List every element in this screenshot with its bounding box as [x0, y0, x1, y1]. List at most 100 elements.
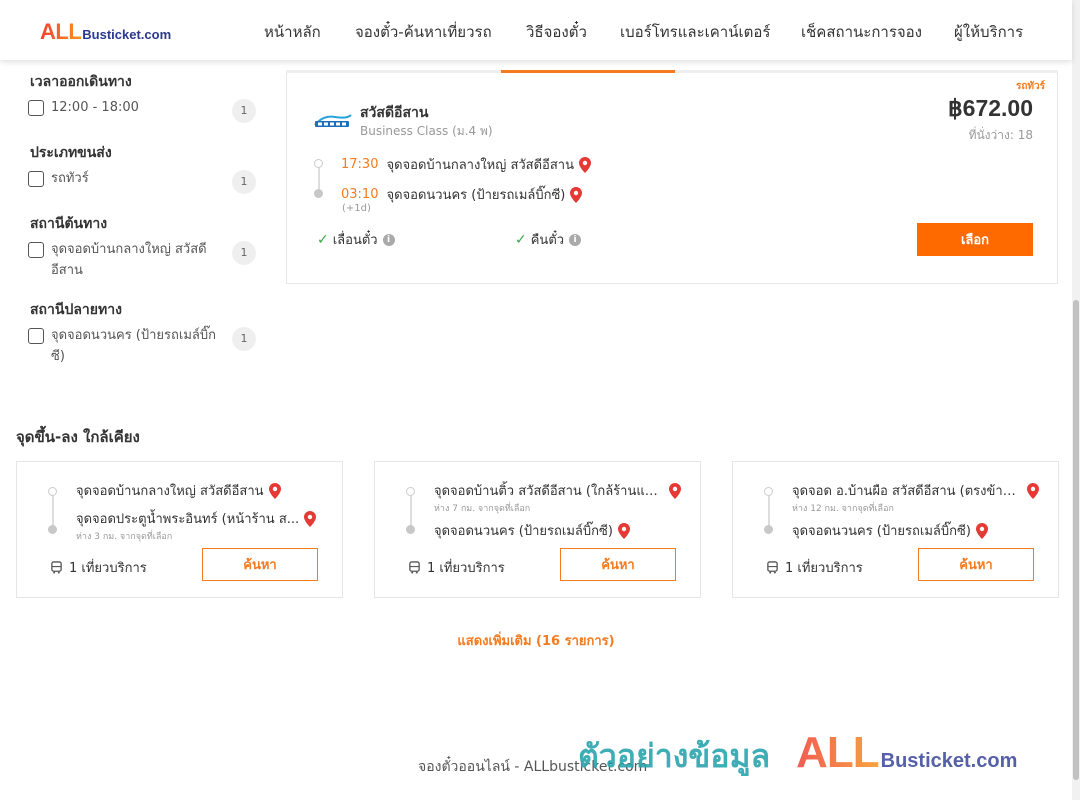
map-pin-icon[interactable]: [1027, 482, 1039, 499]
filter-title-origin-station: สถานีต้นทาง: [30, 216, 108, 232]
logo-all: ALL: [40, 19, 82, 44]
nearby-from-name: จุดจอดบ้านติ้ว สวัสดีอีสาน (ใกล้ร้านแม่.…: [434, 484, 664, 499]
nearby-distance: ห่าง 7 กม. จากจุดที่เลือก: [434, 504, 531, 514]
nearby-to-name: จุดจอดนวนคร (ป้ายรถเมล์บิ๊กซี): [434, 524, 613, 539]
arrive-dot-icon: [314, 189, 323, 198]
reschedule-label: เลื่อนตั๋ว: [332, 233, 378, 248]
page-scrollbar[interactable]: [1072, 0, 1080, 800]
to-dot-icon: [406, 525, 415, 534]
trip-count-label: 1 เที่ยวบริการ: [785, 561, 863, 576]
filter-option-destination-station[interactable]: จุดจอดนวนคร (ป้ายรถเมล์บิ๊กซี) 1: [28, 327, 256, 367]
nav-check-status[interactable]: เช็คสถานะการจอง: [801, 20, 922, 44]
arrival-time: 03:10: [341, 187, 379, 202]
nearby-trip-count: 1 เที่ยวบริการ: [766, 557, 863, 578]
filter-title-transport-type: ประเภทขนส่ง: [30, 145, 112, 161]
check-icon: ✓: [317, 231, 329, 248]
route-timeline-line: [768, 490, 770, 530]
select-trip-button[interactable]: เลือก: [917, 223, 1033, 256]
map-pin-icon[interactable]: [617, 522, 630, 539]
filter-count-badge: 1: [232, 241, 256, 265]
trip-count-label: 1 เที่ยวบริการ: [69, 561, 147, 576]
nearby-card: จุดจอด อ.บ้านผือ สวัสดีอีสาน (ตรงข้าม...…: [732, 461, 1059, 598]
nearby-to-stop: จุดจอดประตูน้ำพระอินทร์ (หน้าร้าน ส...: [76, 508, 317, 529]
nearby-card: จุดจอดบ้านติ้ว สวัสดีอีสาน (ใกล้ร้านแม่.…: [374, 461, 701, 598]
site-logo[interactable]: ALL Busticket.com: [40, 19, 171, 45]
from-dot-icon: [406, 487, 415, 496]
map-pin-icon[interactable]: [669, 482, 681, 499]
filter-count-badge: 1: [232, 170, 256, 194]
filter-title-departure-time: เวลาออกเดินทาง: [30, 74, 132, 90]
info-icon[interactable]: i: [569, 233, 582, 246]
filter-option-label: จุดจอดบ้านกลางใหญ่ สวัสดีอีสาน: [51, 242, 207, 278]
bus-icon: [409, 561, 420, 574]
watermark-logo-busticket: Busticket.com: [880, 750, 1018, 772]
route-timeline-line: [52, 490, 54, 530]
to-dot-icon: [48, 525, 57, 534]
nearby-to-stop: จุดจอดนวนคร (ป้ายรถเมล์บิ๊กซี): [434, 520, 630, 541]
arrival-stop: 03:10 จุดจอดนวนคร (ป้ายรถเมล์บิ๊กซี): [341, 184, 583, 205]
info-icon[interactable]: i: [382, 233, 395, 246]
map-pin-icon[interactable]: [570, 186, 583, 203]
logo-busticket: Busticket.com: [82, 27, 172, 42]
filter-count-badge: 1: [232, 99, 256, 123]
nearby-trip-count: 1 เที่ยวบริการ: [408, 557, 505, 578]
map-pin-icon[interactable]: [975, 522, 988, 539]
refund-label: คืนตั๋ว: [530, 233, 565, 248]
nav-phone-counter[interactable]: เบอร์โทรและเคาน์เตอร์: [620, 20, 770, 44]
nearby-distance: ห่าง 3 กม. จากจุดที่เลือก: [76, 532, 173, 542]
departure-stop: 17:30 จุดจอดบ้านกลางใหญ่ สวัสดีอีสาน: [341, 154, 591, 175]
nav-book-search[interactable]: จองตั๋ว-ค้นหาเที่ยวรถ: [355, 20, 492, 44]
nearby-distance: ห่าง 12 กม. จากจุดที่เลือก: [792, 504, 894, 514]
trip-count-label: 1 เที่ยวบริการ: [427, 561, 505, 576]
map-pin-icon[interactable]: [579, 156, 591, 173]
filter-title-destination-station: สถานีปลายทาง: [30, 302, 122, 318]
filter-option-origin-station[interactable]: จุดจอดบ้านกลางใหญ่ สวัสดีอีสาน 1: [28, 241, 256, 281]
departure-stop-name: จุดจอดบ้านกลางใหญ่ สวัสดีอีสาน: [386, 158, 574, 173]
scrollbar-thumb[interactable]: [1073, 300, 1079, 780]
to-dot-icon: [764, 525, 773, 534]
filter-option-label: 12:00 - 18:00: [51, 100, 139, 115]
trip-price: ฿672.00: [948, 95, 1033, 121]
watermark-thai-text: ตัวอย่างข้อมูล: [578, 737, 771, 775]
nearby-search-button[interactable]: ค้นหา: [918, 548, 1034, 581]
refund-policy[interactable]: ✓ คืนตั๋ว i: [515, 229, 582, 250]
nearby-search-button[interactable]: ค้นหา: [202, 548, 318, 581]
show-more-link[interactable]: แสดงเพิ่มเติม (16 รายการ): [0, 630, 1072, 651]
bus-icon: [51, 561, 62, 574]
filter-option-label: จุดจอดนวนคร (ป้ายรถเมล์บิ๊กซี): [51, 328, 217, 364]
nearby-card: จุดจอดบ้านกลางใหญ่ สวัสดีอีสาน จุดจอดประ…: [16, 461, 343, 598]
nav-home[interactable]: หน้าหลัก: [264, 20, 321, 44]
transport-type-ribbon: รถทัวร์: [1015, 81, 1045, 92]
checkbox[interactable]: [28, 171, 44, 187]
watermark-logo-all: ALL: [796, 728, 880, 777]
nearby-from-stop: จุดจอดบ้านติ้ว สวัสดีอีสาน (ใกล้ร้านแม่.…: [434, 480, 681, 501]
nav-operators[interactable]: ผู้ให้บริการ: [954, 20, 1023, 44]
nav-how-to-book[interactable]: วิธีจองตั๋ว: [526, 20, 587, 44]
reschedule-policy[interactable]: ✓ เลื่อนตั๋ว i: [317, 229, 395, 250]
checkbox[interactable]: [28, 100, 44, 116]
bus-class: Business Class (ม.4 พ): [360, 124, 493, 138]
filter-option-transport-type[interactable]: รถทัวร์ 1: [28, 170, 256, 194]
departure-time: 17:30: [341, 157, 379, 172]
nearby-from-name: จุดจอด อ.บ้านผือ สวัสดีอีสาน (ตรงข้าม...: [792, 484, 1022, 499]
nearby-search-button[interactable]: ค้นหา: [560, 548, 676, 581]
arrival-stop-name: จุดจอดนวนคร (ป้ายรถเมล์บิ๊กซี): [386, 188, 566, 203]
checkbox[interactable]: [28, 242, 44, 258]
filter-option-label: รถทัวร์: [51, 171, 89, 186]
route-timeline-line: [410, 490, 412, 530]
trip-result-card: รถทัวร์ สวัสดีอีสาน Business Class (ม.4 …: [286, 73, 1058, 284]
nearby-from-name: จุดจอดบ้านกลางใหญ่ สวัสดีอีสาน: [76, 484, 264, 499]
sample-data-watermark: ตัวอย่างข้อมูล ALL Busticket.com: [578, 728, 1017, 782]
map-pin-icon[interactable]: [304, 510, 317, 527]
filter-option-departure-time[interactable]: 12:00 - 18:00 1: [28, 99, 256, 123]
bus-icon: [767, 561, 778, 574]
nearby-from-stop: จุดจอด อ.บ้านผือ สวัสดีอีสาน (ตรงข้าม...: [792, 480, 1039, 501]
map-pin-icon[interactable]: [268, 482, 281, 499]
checkbox[interactable]: [28, 328, 44, 344]
site-header: ALL Busticket.com หน้าหลัก จองตั๋ว-ค้นหา…: [0, 0, 1072, 60]
from-dot-icon: [764, 487, 773, 496]
filter-count-badge: 1: [232, 327, 256, 351]
nearby-to-stop: จุดจอดนวนคร (ป้ายรถเมล์บิ๊กซี): [792, 520, 988, 541]
next-day-badge: (+1d): [342, 203, 371, 214]
nearby-section-title: จุดขึ้น-ลง ใกล้เคียง: [16, 428, 140, 446]
